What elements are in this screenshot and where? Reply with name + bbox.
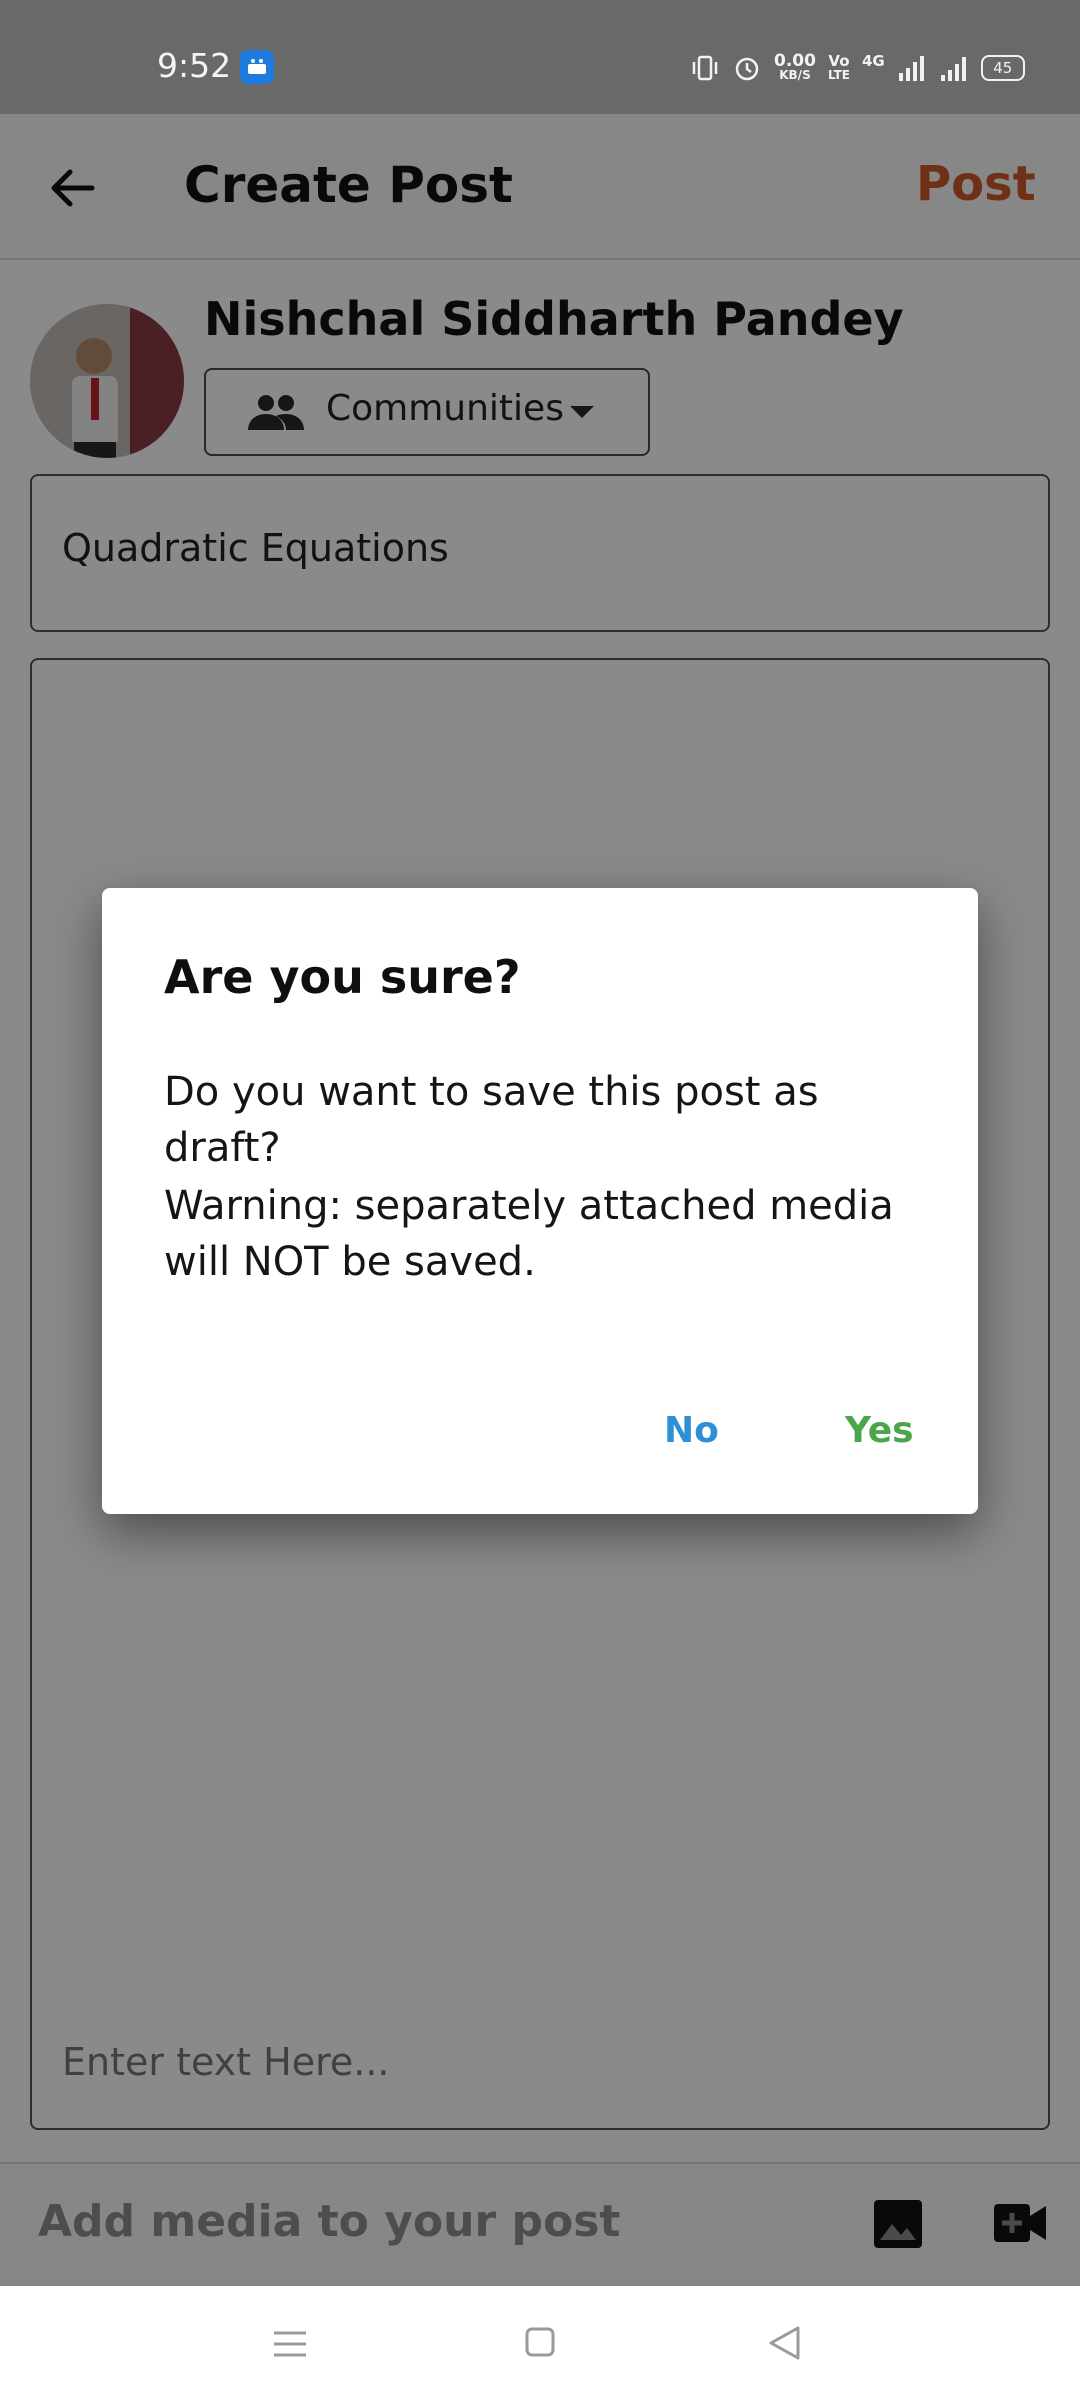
alarm-icon <box>735 57 759 81</box>
volte-indicator: Vo LTE <box>827 52 850 83</box>
signal-icon <box>940 57 966 81</box>
nav-back-icon[interactable] <box>766 2324 802 2362</box>
speed-indicator: 0.00 KB/S <box>774 51 816 83</box>
status-icons: 0.00 KB/S Vo LTE 4G 45 <box>690 48 1025 88</box>
yes-button[interactable]: Yes <box>845 1410 914 1451</box>
android-app-icon <box>240 50 274 84</box>
dialog-title: Are you sure? <box>164 950 521 1004</box>
menu-icon[interactable] <box>272 2330 308 2358</box>
network-type: 4G <box>862 52 885 70</box>
signal-icon <box>898 56 924 81</box>
battery-icon: 45 <box>980 55 1025 81</box>
no-button[interactable]: No <box>664 1410 719 1451</box>
dialog-message: Do you want to save this post as draft? <box>164 1069 819 1171</box>
dialog-warning: Warning: separately attached media will … <box>164 1183 894 1285</box>
home-icon[interactable] <box>524 2326 556 2358</box>
status-time: 9:52 <box>157 46 232 85</box>
vibrate-icon <box>692 55 718 81</box>
